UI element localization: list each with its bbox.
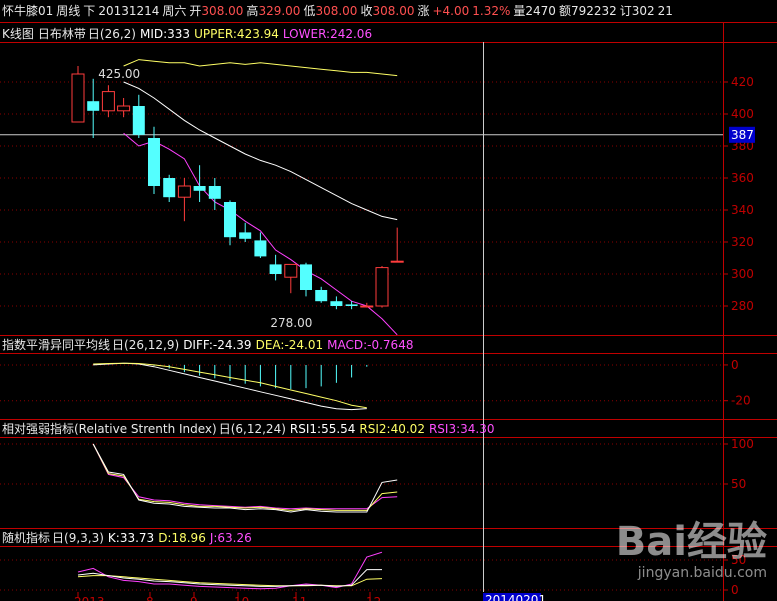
macd-tick-label: -20 <box>731 394 751 408</box>
kline-panel-label: K线图 日布林带 日(26,2) MID:333 UPPER:423.94 LOWER:2… <box>2 26 376 42</box>
candle-body <box>177 185 191 198</box>
kline-mid: MID:333 <box>139 27 191 41</box>
macd-title: 指数平滑异同平均线 <box>2 338 111 352</box>
macd-macd: MACD:-0.7648 <box>327 338 414 352</box>
candle-body <box>148 138 160 186</box>
candle-body <box>224 202 236 238</box>
time-tick-label: 9 <box>190 595 198 601</box>
candle-body <box>208 186 221 199</box>
kline-upper: UPPER:423.94 <box>194 27 279 41</box>
chart-canvas[interactable]: 420400380360340320300280387425.00278.000… <box>0 0 777 601</box>
rsi-tick-label: 50 <box>731 477 746 491</box>
watermark-logo: Bai经验 <box>615 519 767 565</box>
kdj-panel-label: 随机指标 日(9,3,3) K:33.73 D:18.96 J:63.26 <box>2 530 256 546</box>
kline-params: 日(26,2) <box>87 27 136 41</box>
price-tick-label: 340 <box>731 203 754 217</box>
rsi-panel-label: 相对强弱指标(Relative Strenth Index) 日(6,12,24)… <box>2 421 498 437</box>
time-tick-label: 12 <box>366 595 381 601</box>
candle-body <box>71 73 85 123</box>
rsi-rsi3: RSI3:34.30 <box>428 422 495 436</box>
candle-body <box>375 267 389 307</box>
rsi-title: 相对强弱指标(Relative Strenth Index) <box>2 422 217 436</box>
time-tick-label: 10 <box>234 595 249 601</box>
rsi-rsi2: RSI2:40.02 <box>359 422 425 436</box>
cursor-date-label: 20140201 <box>485 593 546 601</box>
low-price-mark: 278.00 <box>270 316 312 330</box>
kline-indicator: 日布林带 <box>37 27 86 41</box>
time-tick-label: 8 <box>146 595 154 601</box>
rsi-params: 日(6,12,24) <box>218 422 286 436</box>
candle-body <box>87 101 100 111</box>
candle-body <box>300 264 312 290</box>
candle-body <box>132 106 145 135</box>
watermark: Bai经验 jingyan.baidu.com <box>616 521 767 581</box>
bollinger-mid-line <box>123 81 398 221</box>
rsi-rsi1: RSI1:55.54 <box>289 422 356 436</box>
candle-body <box>345 304 358 306</box>
rsi-tick-label: 100 <box>731 437 754 451</box>
price-tick-label: 360 <box>731 171 754 185</box>
macd-tick-label: 0 <box>731 358 739 372</box>
time-tick-label: 2013 <box>74 595 105 601</box>
kline-lower: LOWER:242.06 <box>282 27 373 41</box>
kdj-j: J:63.26 <box>209 531 252 545</box>
candle-body <box>254 240 267 257</box>
macd-panel-label: 指数平滑异同平均线 日(26,12,9) DIFF:-24.39 DEA:-24.01… <box>2 337 417 353</box>
candle-body <box>193 186 206 191</box>
candle-body <box>101 91 115 112</box>
candle-body <box>360 305 374 308</box>
macd-params: 日(26,12,9) <box>112 338 180 352</box>
kdj-tick-label: 0 <box>731 583 739 597</box>
candle-body <box>284 263 298 278</box>
candle-body <box>163 178 176 198</box>
kline-title: K线图 <box>2 27 34 41</box>
candle-body <box>315 290 328 302</box>
kdj-title: 随机指标 <box>2 531 51 545</box>
price-tag-label: 387 <box>731 128 754 142</box>
bollinger-upper-line <box>123 59 398 77</box>
kdj-k: K:33.73 <box>107 531 155 545</box>
macd-diff: DIFF:-24.39 <box>183 338 252 352</box>
price-tick-label: 400 <box>731 107 754 121</box>
candle-body <box>390 260 404 263</box>
kdj-j-line <box>77 551 383 590</box>
price-tick-label: 280 <box>731 299 754 313</box>
rsi1-line <box>92 443 398 513</box>
watermark-url: jingyan.baidu.com <box>637 565 767 581</box>
kdj-d: D:18.96 <box>158 531 206 545</box>
time-tick-label: 11 <box>292 595 307 601</box>
price-tick-label: 420 <box>731 75 754 89</box>
candle-body <box>269 264 282 274</box>
candle-body <box>330 301 343 306</box>
price-tick-label: 300 <box>731 267 754 281</box>
candle-body <box>117 105 131 112</box>
macd-dea: DEA:-24.01 <box>255 338 324 352</box>
price-tick-label: 320 <box>731 235 754 249</box>
kdj-params: 日(9,3,3) <box>52 531 104 545</box>
candle-body <box>239 232 252 239</box>
high-price-mark: 425.00 <box>98 67 140 81</box>
